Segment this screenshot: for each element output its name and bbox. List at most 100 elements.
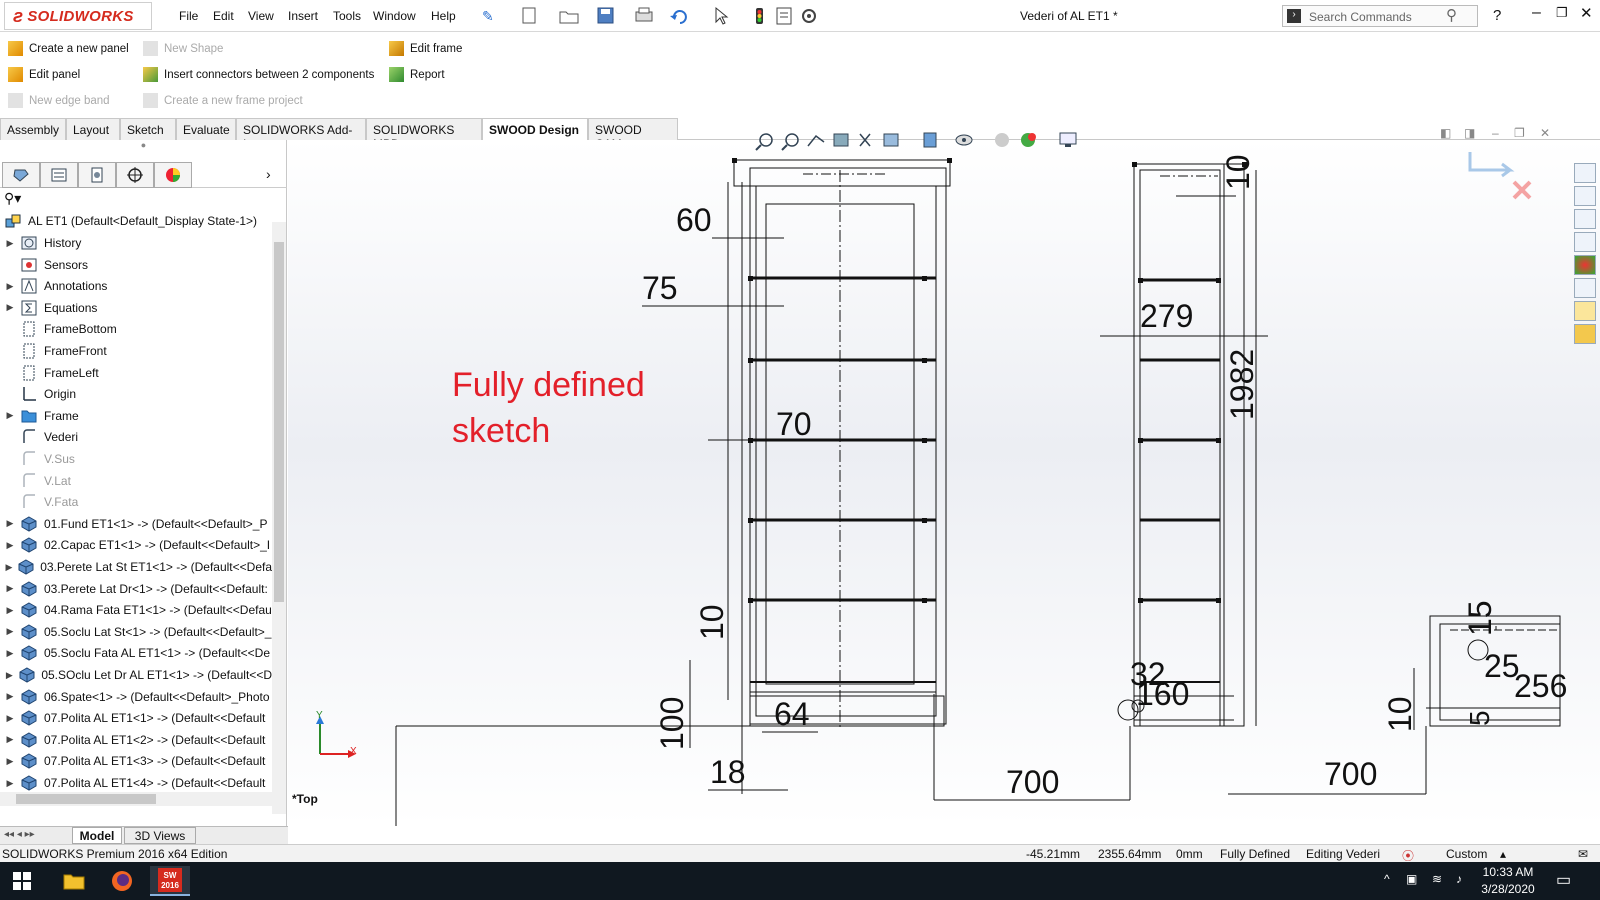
view-palette-icon[interactable]	[1574, 232, 1596, 252]
viewport-close-icon[interactable]: ✕	[1540, 126, 1550, 140]
horizontal-scrollbar[interactable]	[0, 792, 272, 806]
side-view-sketch[interactable]	[1117, 163, 1245, 727]
tree-item[interactable]: ▶ 05.SOclu Let Dr AL ET1<1> -> (Default<<…	[0, 664, 272, 686]
help-button[interactable]: ?	[1493, 7, 1501, 24]
horizontal-scroll-thumb[interactable]	[16, 794, 156, 804]
traffic-light-icon[interactable]	[756, 8, 763, 24]
expand-arrow-icon[interactable]: ▶	[0, 540, 20, 551]
dimension-label[interactable]: 279	[1140, 298, 1193, 335]
tab-evaluate[interactable]: Evaluate	[176, 118, 236, 140]
tree-item[interactable]: FrameLeft	[0, 362, 272, 384]
edit-panel-button[interactable]: Edit panel	[8, 67, 80, 82]
tree-item[interactable]: V.Lat	[0, 470, 272, 492]
dimension-label[interactable]: 256	[1514, 668, 1567, 705]
tree-item[interactable]: FrameBottom	[0, 318, 272, 340]
file-properties-icon[interactable]	[776, 7, 792, 25]
design-library-icon[interactable]	[1574, 186, 1596, 206]
tree-item[interactable]: ▶ 04.Rama Fata ET1<1> -> (Default<<Defau	[0, 599, 272, 621]
notifications-icon[interactable]: ✉	[1578, 847, 1588, 861]
close-button[interactable]: ✕	[1580, 4, 1593, 22]
dimension-label[interactable]: 700	[1324, 756, 1377, 793]
tree-item[interactable]: ▶ History	[0, 232, 272, 254]
dimension-label[interactable]: 10	[1220, 154, 1257, 190]
menu-window[interactable]: Window	[373, 9, 416, 23]
units-selector[interactable]: Custom	[1446, 847, 1487, 861]
tree-item[interactable]: ▶ 03.Perete Lat Dr<1> -> (Default<<Defaul…	[0, 578, 272, 600]
pin-icon[interactable]: ✎	[482, 8, 494, 25]
solidworks-taskbar-icon[interactable]: SW 2016	[150, 866, 190, 896]
expand-arrow-icon[interactable]: ▶	[0, 691, 20, 702]
expand-arrow-icon[interactable]: ▶	[0, 626, 20, 637]
home-icon[interactable]	[1574, 163, 1596, 183]
tree-item[interactable]: V.Sus	[0, 448, 272, 470]
tab-solidworks-mbd[interactable]: SOLIDWORKS MBD	[366, 118, 482, 151]
scrollbar-thumb[interactable]	[274, 242, 284, 602]
tree-item[interactable]: ▶ 05.Soclu Fata AL ET1<1> -> (Default<<De	[0, 642, 272, 664]
custom-properties-icon[interactable]	[1574, 278, 1596, 298]
tree-item[interactable]: FrameFront	[0, 340, 272, 362]
firefox-icon[interactable]	[102, 866, 142, 896]
viewport-tile-left-icon[interactable]: ◧	[1440, 126, 1451, 140]
dimension-label[interactable]: 15	[1462, 600, 1499, 636]
tree-item[interactable]: ▶ Equations	[0, 297, 272, 319]
tree-root[interactable]: AL ET1 (Default<Default_Display State-1>…	[0, 210, 272, 232]
tab-assembly[interactable]: Assembly	[0, 118, 66, 140]
dimension-label[interactable]: 70	[776, 406, 812, 443]
units-dropdown-icon[interactable]: ▴	[1500, 847, 1506, 861]
file-explorer-taskbar-icon[interactable]	[54, 866, 94, 896]
expand-arrow-icon[interactable]: ▶	[0, 778, 20, 789]
tree-item[interactable]: ▶ 07.Polita AL ET1<3> -> (Default<<Defaul…	[0, 750, 272, 772]
menu-view[interactable]: View	[248, 9, 274, 23]
action-center-icon[interactable]: ▭	[1556, 870, 1571, 890]
expand-arrow-icon[interactable]: ▶	[0, 281, 20, 292]
property-manager-tab[interactable]	[40, 162, 78, 188]
network-icon[interactable]: ▣	[1406, 872, 1417, 886]
tab-solidworks-addins[interactable]: SOLIDWORKS Add-Ins	[236, 118, 366, 151]
expand-arrow-icon[interactable]: ▶	[0, 734, 20, 745]
save-icon[interactable]	[597, 7, 614, 24]
tree-item[interactable]: ▶ 02.Capac ET1<1> -> (Default<<Default>_I	[0, 534, 272, 556]
tab-layout[interactable]: Layout	[66, 118, 120, 140]
clock-date[interactable]: 3/28/2020	[1476, 882, 1540, 896]
expand-arrow-icon[interactable]: ▶	[0, 756, 20, 767]
expand-arrow-icon[interactable]: ▶	[0, 605, 20, 616]
expand-arrow-icon[interactable]: ▶	[0, 713, 20, 724]
tree-item[interactable]: Origin	[0, 383, 272, 405]
tree-item[interactable]: ▶ Annotations	[0, 275, 272, 297]
tree-item[interactable]: ▶ 05.Soclu Lat St<1> -> (Default<<Default…	[0, 621, 272, 643]
tree-item[interactable]: ▶ 07.Polita AL ET1<4> -> (Default<<Defaul…	[0, 772, 272, 794]
expand-arrow-icon[interactable]: ▶	[0, 562, 18, 573]
expand-arrow-icon[interactable]: ▶	[0, 302, 20, 313]
feature-tree-tab[interactable]	[2, 162, 40, 188]
graphics-area[interactable]: ◧ ◨ – ❐ ✕ Fully defined sketch 60 75 70 …	[288, 126, 1600, 826]
solidworks-logo[interactable]: ƨ SOLIDWORKS	[4, 2, 152, 30]
tree-item[interactable]: ▶ 07.Polita AL ET1<2> -> (Default<<Defaul…	[0, 729, 272, 751]
select-icon[interactable]	[715, 6, 729, 25]
tree-item[interactable]: ▶ 03.Perete Lat St ET1<1> -> (Default<<De…	[0, 556, 272, 578]
file-explorer-icon[interactable]	[1574, 209, 1596, 229]
appearances-icon[interactable]	[1574, 255, 1596, 275]
undo-icon[interactable]	[670, 10, 687, 24]
expand-arrow-icon[interactable]: ▶	[0, 583, 20, 594]
insert-connectors-button[interactable]: Insert connectors between 2 components	[143, 67, 374, 82]
menu-file[interactable]: File	[179, 9, 198, 23]
edit-frame-button[interactable]: Edit frame	[389, 41, 462, 56]
tree-item[interactable]: ▶ 01.Fund ET1<1> -> (Default<<Default>_P	[0, 513, 272, 535]
dimension-label[interactable]: 60	[676, 202, 712, 239]
expand-arrow-icon[interactable]: ▶	[0, 518, 20, 529]
wifi-icon[interactable]: ≋	[1432, 872, 1442, 886]
front-view-sketch[interactable]	[727, 159, 951, 794]
tab-swood-cam[interactable]: SWOOD CAM	[588, 118, 678, 151]
tab-3d-views[interactable]: 3D Views	[124, 827, 196, 844]
minimize-button[interactable]: –	[1532, 4, 1541, 22]
tab-swood-design[interactable]: SWOOD Design	[482, 118, 588, 140]
expand-arrow-icon[interactable]: ▶	[0, 670, 19, 681]
tree-item[interactable]: V.Fata	[0, 491, 272, 513]
tree-item[interactable]: Vederi	[0, 426, 272, 448]
dimension-label[interactable]: 1982	[1224, 349, 1261, 420]
print-icon[interactable]	[635, 7, 653, 22]
tree-item[interactable]: Sensors	[0, 254, 272, 276]
new-document-icon[interactable]	[522, 7, 536, 24]
expand-arrow-icon[interactable]: ▶	[0, 410, 20, 421]
tree-item[interactable]: ▶ Frame	[0, 405, 272, 427]
